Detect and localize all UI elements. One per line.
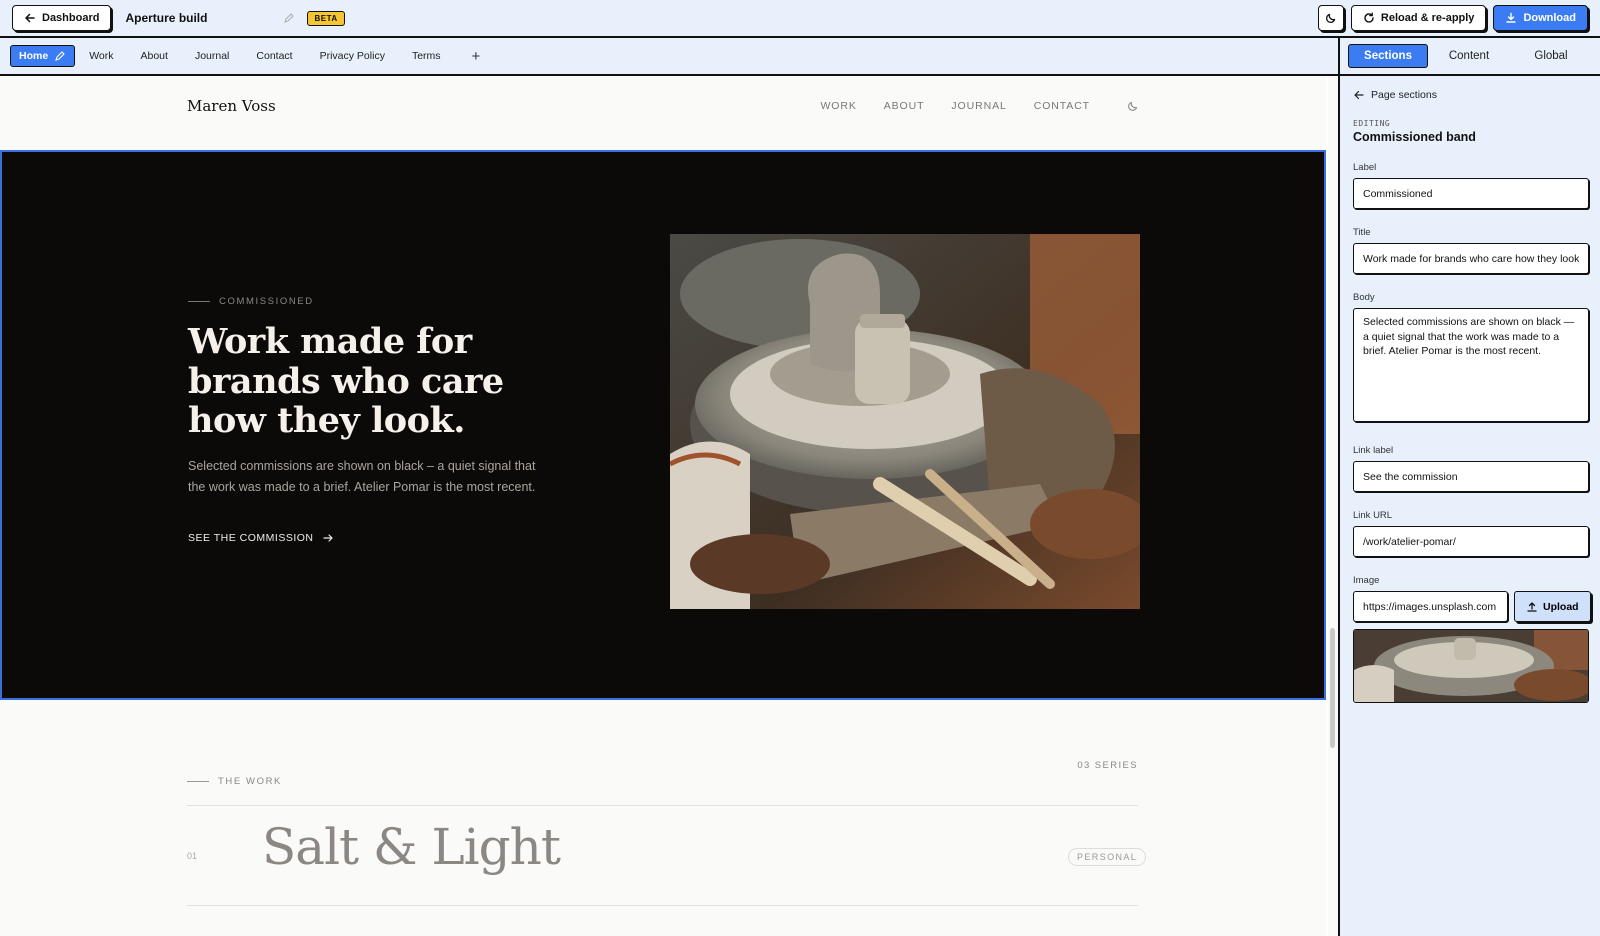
body-field[interactable]: Selected commissions are shown on black … (1353, 308, 1589, 422)
tab-global[interactable]: Global (1510, 50, 1592, 62)
site-nav-contact[interactable]: CONTACT (1034, 100, 1090, 112)
tab-content[interactable]: Content (1428, 50, 1510, 62)
series-title[interactable]: Salt & Light (262, 818, 561, 876)
divider (187, 905, 1138, 906)
commissioned-band[interactable]: COMMISSIONED Work made for brands who ca… (0, 150, 1326, 700)
beta-badge: BETA (307, 10, 345, 26)
arrow-left-icon (1353, 89, 1365, 101)
reload-label: Reload & re-apply (1380, 12, 1475, 24)
title-field[interactable] (1353, 243, 1589, 274)
band-eyebrow: COMMISSIONED (188, 296, 314, 307)
download-icon (1505, 12, 1517, 24)
editing-label: EDITING (1353, 119, 1391, 128)
download-button[interactable]: Download (1493, 5, 1588, 31)
series-number: 01 (187, 851, 198, 861)
body-field-label: Body (1353, 292, 1375, 303)
reload-reapply-button[interactable]: Reload & re-apply (1350, 5, 1487, 31)
band-eyebrow-text: COMMISSIONED (219, 296, 314, 307)
site-preview: Maren Voss WORK ABOUT JOURNAL CONTACT CO… (0, 76, 1326, 936)
title-field-label: Title (1353, 227, 1371, 238)
moon-icon[interactable] (1127, 100, 1139, 112)
site-nav-work[interactable]: WORK (820, 100, 856, 112)
tab-sections[interactable]: Sections (1348, 44, 1428, 68)
moon-icon (1325, 12, 1337, 24)
image-url-field[interactable] (1353, 591, 1508, 622)
image-thumbnail (1353, 629, 1589, 703)
site-name[interactable]: Maren Voss (187, 97, 276, 115)
band-body: Selected commissions are shown on black … (188, 459, 536, 494)
page-tab-label: Home (19, 50, 49, 62)
arrow-right-icon (322, 532, 334, 544)
refresh-icon (1363, 12, 1375, 24)
arrow-left-icon (24, 12, 36, 24)
site-nav-about[interactable]: ABOUT (884, 100, 925, 112)
dashboard-label: Dashboard (42, 12, 100, 24)
theme-toggle-button[interactable] (1317, 5, 1344, 31)
pottery-image (670, 234, 1140, 609)
page-tab-home[interactable]: Home (10, 45, 76, 67)
band-link-text: SEE THE COMMISSION (188, 532, 314, 544)
download-label: Download (1523, 12, 1576, 24)
page-tab-work[interactable]: Work (89, 50, 113, 62)
editor-topbar: Dashboard Aperture build BETA Reload & r… (0, 0, 1600, 38)
link-url-field[interactable] (1353, 526, 1589, 557)
page-tabs: Home Work About Journal Contact Privacy … (0, 38, 1338, 76)
site-header: Maren Voss WORK ABOUT JOURNAL CONTACT (187, 76, 1139, 136)
inspector-tabs: Sections Content Global (1340, 38, 1600, 76)
band-title: Work made for brands who care how they l… (188, 321, 504, 442)
eyebrow-rule (187, 781, 209, 782)
page-tab-contact[interactable]: Contact (256, 50, 292, 62)
preview-scrollbar[interactable] (1328, 76, 1338, 936)
eyebrow-rule (188, 301, 210, 302)
upload-button[interactable]: Upload (1514, 591, 1591, 622)
page-tab-terms[interactable]: Terms (412, 50, 441, 62)
link-url-field-label: Link URL (1353, 510, 1393, 521)
page-tab-privacy-policy[interactable]: Privacy Policy (320, 50, 385, 62)
pencil-icon[interactable] (283, 12, 295, 24)
project-title[interactable]: Aperture build (125, 11, 207, 25)
page-sections-back-link[interactable]: Page sections (1353, 89, 1587, 101)
image-field-label: Image (1353, 575, 1380, 586)
divider (187, 805, 1138, 806)
scrollbar-thumb[interactable] (1330, 628, 1335, 748)
dashboard-button[interactable]: Dashboard (12, 5, 112, 31)
upload-icon (1526, 601, 1538, 613)
add-page-button[interactable]: + (472, 48, 481, 65)
label-field-label: Label (1353, 162, 1377, 173)
page-tab-journal[interactable]: Journal (195, 50, 229, 62)
site-nav-journal[interactable]: JOURNAL (951, 100, 1006, 112)
link-label-field[interactable] (1353, 461, 1589, 492)
image-field-row: Upload (1353, 591, 1591, 622)
inspector-body: Page sections EDITING Commissioned band … (1340, 89, 1600, 703)
pencil-icon[interactable] (54, 50, 66, 62)
label-field[interactable] (1353, 178, 1589, 209)
upload-label: Upload (1543, 600, 1579, 613)
series-count: 03 SERIES (1077, 760, 1138, 771)
link-label-field-label: Link label (1353, 445, 1394, 456)
back-link-label: Page sections (1371, 89, 1437, 101)
page-tab-about[interactable]: About (141, 50, 168, 62)
topbar-actions: Reload & re-apply Download (1317, 5, 1588, 31)
work-eyebrow-text: THE WORK (218, 776, 282, 787)
site-nav: WORK ABOUT JOURNAL CONTACT (820, 100, 1139, 112)
see-commission-link[interactable]: SEE THE COMMISSION (188, 532, 334, 544)
editing-section-name: Commissioned band (1353, 130, 1476, 144)
inspector-panel: Sections Content Global Page sections ED… (1338, 38, 1600, 936)
work-eyebrow: THE WORK (187, 776, 282, 787)
series-badge: PERSONAL (1068, 848, 1147, 866)
